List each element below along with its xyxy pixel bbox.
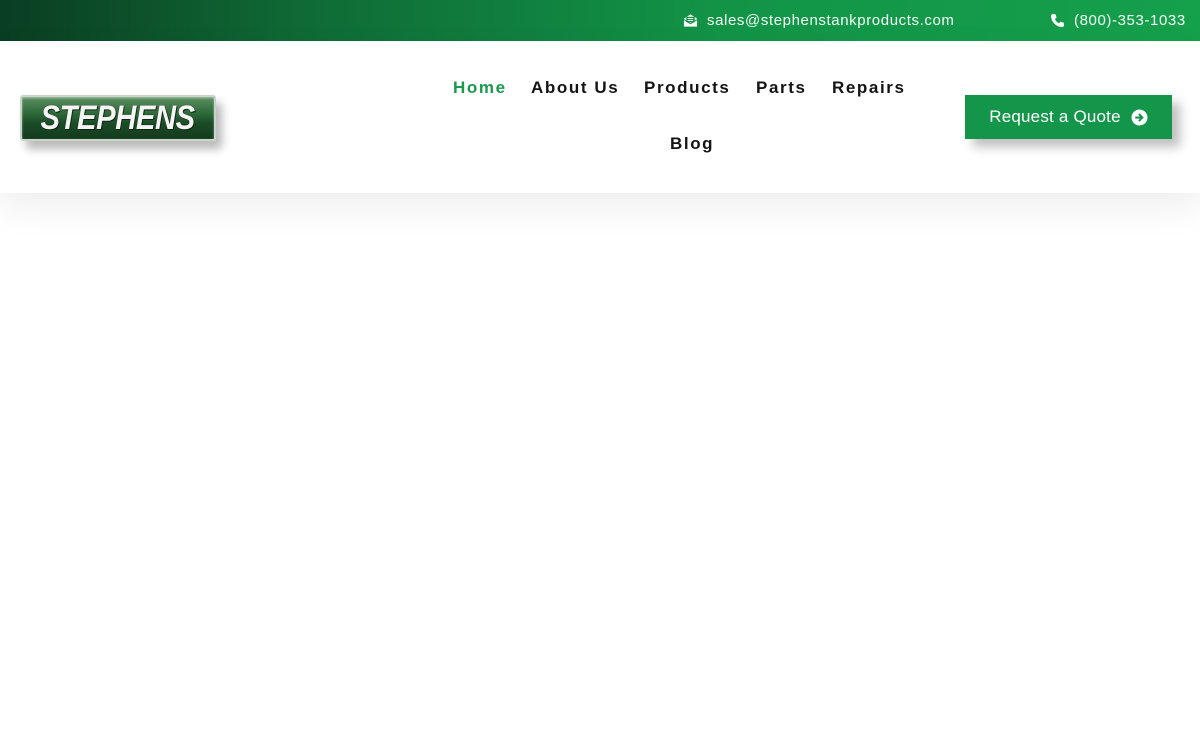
request-quote-label: Request a Quote bbox=[989, 107, 1121, 126]
stephens-logo[interactable]: STEPHENS bbox=[20, 95, 216, 141]
email-address: sales@stephenstankproducts.com bbox=[707, 12, 955, 29]
site-header: STEPHENS Home About Us Products Parts Re… bbox=[0, 41, 1200, 193]
phone-number: (800)-353-1033 bbox=[1074, 12, 1186, 29]
nav-repairs[interactable]: Repairs bbox=[832, 77, 906, 99]
nav-home[interactable]: Home bbox=[453, 77, 507, 99]
phone-link[interactable]: (800)-353-1033 bbox=[1050, 0, 1186, 41]
envelope-open-icon bbox=[683, 14, 698, 27]
nav-parts[interactable]: Parts bbox=[756, 77, 807, 99]
request-quote-button[interactable]: Request a Quote bbox=[965, 95, 1172, 139]
email-link[interactable]: sales@stephenstankproducts.com bbox=[683, 0, 955, 41]
nav-blog[interactable]: Blog bbox=[670, 133, 714, 155]
phone-icon bbox=[1050, 13, 1065, 28]
logo-text: STEPHENS bbox=[40, 98, 196, 137]
arrow-circle-right-icon bbox=[1131, 109, 1148, 125]
top-contact-bar: sales@stephenstankproducts.com (800)-353… bbox=[0, 0, 1200, 41]
nav-products[interactable]: Products bbox=[644, 77, 730, 99]
nav-about-us[interactable]: About Us bbox=[531, 77, 619, 99]
